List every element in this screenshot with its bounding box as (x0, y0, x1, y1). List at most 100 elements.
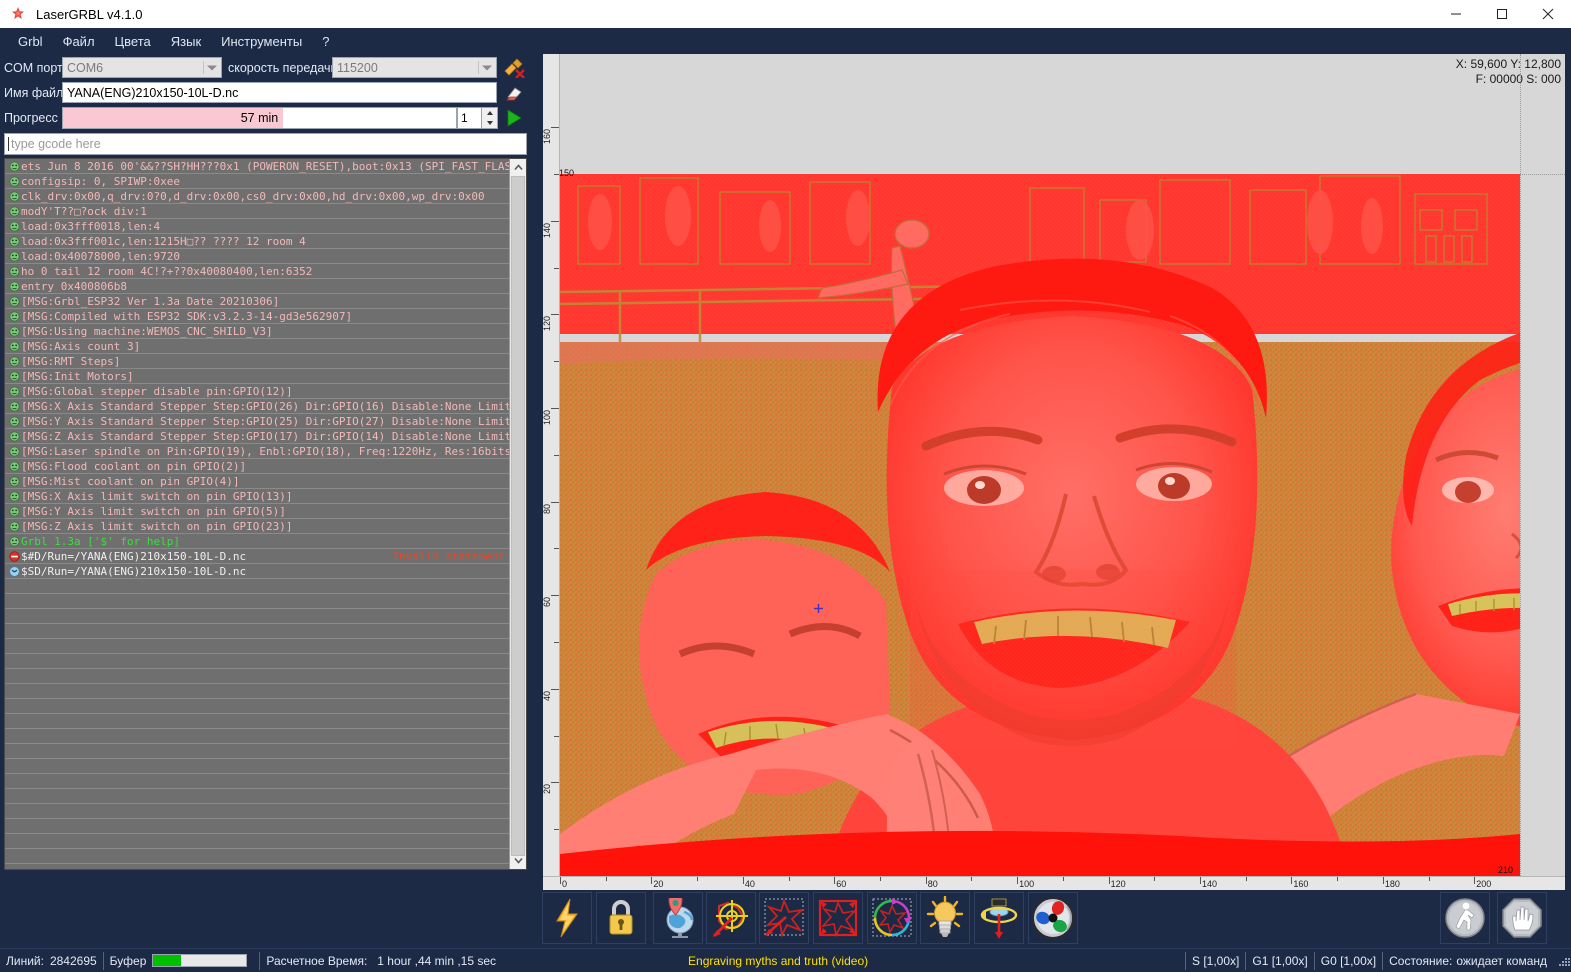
laser-focus-button[interactable] (974, 892, 1024, 944)
console-line: [MSG:Compiled with ESP32 SDK:v3.2.3-14-g… (5, 309, 509, 324)
left-control-panel: COM порт COM6 скорость передачи 115200 (0, 54, 531, 948)
ruler-label: 140 (1202, 879, 1217, 889)
frame-outline-button[interactable] (867, 892, 917, 944)
msg-bubble-icon (7, 161, 21, 172)
buffer-label: Буфер (104, 949, 153, 972)
ruler-tick-minor (789, 877, 790, 881)
play-triangle-icon[interactable] (501, 107, 527, 129)
console-line-text: [MSG:Grbl_ESP32 Ver 1.3a Date 20210306] (21, 295, 279, 308)
console-line: [MSG:X Axis Standard Stepper Step:GPIO(2… (5, 399, 509, 414)
msg-bubble-icon (7, 416, 21, 427)
ruler-label: 180 (1385, 879, 1400, 889)
console-line: [MSG:Laser spindle on Pin:GPIO(19), Enbl… (5, 444, 509, 459)
shape-circle-frame-icon (870, 897, 914, 939)
console-empty-row (5, 804, 509, 819)
scroll-up-icon[interactable] (510, 159, 526, 176)
console-empty-row (5, 774, 509, 789)
console-line-text: ho 0 tail 12 room 4C!?+??0x40080400,len:… (21, 265, 312, 278)
combo-separator (203, 61, 204, 74)
console-empty-row (5, 759, 509, 774)
ruler-label: 60 (836, 879, 846, 889)
laser-position-crosshair-icon (814, 604, 823, 613)
ruler-tick-minor (554, 736, 559, 737)
unlock-alarm-button[interactable] (542, 892, 592, 944)
shape-arrow-icon (762, 897, 806, 939)
preview-image (560, 174, 1520, 876)
menu-item-language[interactable]: Язык (161, 31, 211, 52)
console-line-text: [MSG:Flood coolant on pin GPIO(2)] (21, 460, 246, 473)
frame-bounding-box-button[interactable] (813, 892, 863, 944)
ruler-tick (551, 221, 559, 222)
menu-item-file[interactable]: Файл (53, 31, 105, 52)
console-line: [MSG:RMT Steps] (5, 354, 509, 369)
stop-program-button[interactable] (1497, 892, 1547, 944)
repeat-count-input[interactable]: 1 (457, 107, 481, 129)
stepper-down-icon[interactable] (482, 118, 497, 128)
promo-link[interactable]: Engraving myths and truth (video) (688, 954, 868, 968)
scrollbar-track[interactable] (510, 176, 526, 852)
ruler-tick-minor (554, 268, 559, 269)
laser-lightbulb-button[interactable] (920, 892, 970, 944)
estimated-time-label: Расчетное Время: (260, 949, 373, 972)
baud-rate-select[interactable]: 115200 (332, 57, 497, 78)
gcode-input[interactable]: type gcode here (4, 133, 527, 155)
stop-hand-icon (1500, 896, 1544, 940)
filename-field[interactable]: YANA(ENG)210x150-10L-D.nc (62, 82, 497, 103)
minimize-icon[interactable] (1433, 0, 1479, 28)
msg-bubble-icon (7, 356, 21, 367)
console-line: configsip: 0, SPIWP:0xee (5, 174, 509, 189)
maximize-icon[interactable] (1479, 0, 1525, 28)
override-g0: G0 [1,00x] (1315, 949, 1382, 972)
console-line: [MSG:Using machine:WEMOS_CNC_SHILD_V3] (5, 324, 509, 339)
target-center-button[interactable] (706, 892, 756, 944)
menu-item-colors[interactable]: Цвета (105, 31, 161, 52)
console-empty-row (5, 699, 509, 714)
ruler-tick (551, 782, 559, 783)
ruler-label: 0 (562, 879, 567, 889)
engraving-canvas[interactable]: X: 59,600 Y: 12,800 F: 00000 S: 000 (560, 54, 1565, 876)
color-wheel-button[interactable] (1028, 892, 1078, 944)
combo-separator (478, 61, 479, 74)
repeat-count-stepper[interactable] (481, 107, 498, 129)
machine-state-value: ожидает команд (1454, 949, 1553, 972)
msg-bubble-icon (7, 491, 21, 502)
console-empty-row (5, 864, 509, 869)
ruler-label: 120 (542, 316, 552, 331)
close-icon[interactable] (1525, 0, 1571, 28)
console-line-text: [MSG:Axis count 3] (21, 340, 140, 353)
console-empty-row (5, 594, 509, 609)
lock-button[interactable] (596, 892, 646, 944)
console-line-text: Grbl 1.3a ['$' for help] (21, 535, 180, 548)
move-to-origin-button[interactable] (759, 892, 809, 944)
ruler-workpiece-height-marker: 150 (559, 168, 574, 178)
menu-item-tools[interactable]: Инструменты (211, 31, 312, 52)
resize-grip-icon[interactable] (1557, 954, 1571, 968)
msg-bubble-icon (7, 386, 21, 397)
console-scrollbar[interactable] (509, 159, 526, 869)
console-log[interactable]: ets Jun 8 2016 00'&&??SH?HH???0x1 (POWER… (4, 158, 527, 870)
ruler-tick (743, 877, 744, 884)
laser-engraving-preview-family-photo (560, 174, 1520, 876)
vertical-ruler: 20406080100120140160150 (543, 54, 560, 876)
msg-bubble-icon (7, 461, 21, 472)
preview-panel: X: 59,600 Y: 12,800 F: 00000 S: 000 (531, 54, 1571, 948)
stepper-up-icon[interactable] (482, 108, 497, 118)
coords-fs: F: 00000 S: 000 (1456, 72, 1561, 87)
scrollbar-thumb[interactable] (511, 176, 525, 856)
menu-item-grbl[interactable]: Grbl (8, 31, 53, 52)
eraser-icon[interactable] (501, 82, 527, 104)
console-line: clk_drv:0x00,q_drv:0?0,d_drv:0x00,cs0_dr… (5, 189, 509, 204)
com-port-value: COM6 (67, 61, 103, 75)
run-program-button[interactable] (1440, 892, 1490, 944)
disconnect-plug-icon[interactable] (501, 57, 527, 79)
lasergrbl-logo-icon (10, 6, 26, 22)
console-line: [MSG:Axis count 3] (5, 339, 509, 354)
menu-item-help[interactable]: ? (312, 31, 339, 52)
ruler-tick (1109, 877, 1110, 884)
set-origin-button[interactable] (653, 892, 703, 944)
ruler-label: 120 (1111, 879, 1126, 889)
console-line-text: [MSG:Using machine:WEMOS_CNC_SHILD_V3] (21, 325, 273, 338)
console-line-text: [MSG:RMT Steps] (21, 355, 120, 368)
msg-bubble-icon (7, 446, 21, 457)
com-port-select[interactable]: COM6 (62, 57, 222, 78)
